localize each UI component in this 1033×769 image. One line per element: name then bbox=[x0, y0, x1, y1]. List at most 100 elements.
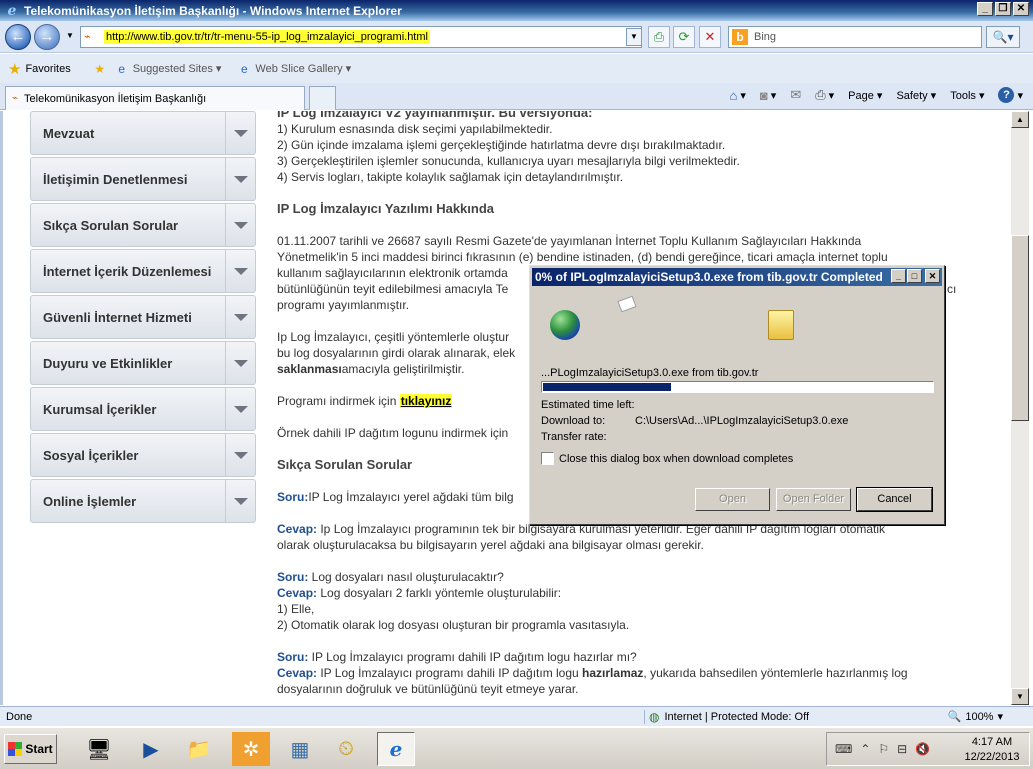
scroll-thumb[interactable] bbox=[1011, 235, 1029, 421]
home-button[interactable]: ⌂ ▾ bbox=[730, 88, 746, 103]
keyboard-icon[interactable]: ⌨ bbox=[835, 742, 852, 756]
dialog-minimize-button[interactable]: _ bbox=[891, 269, 906, 283]
web-slice-gallery-link[interactable]: e Web Slice Gallery ▾ bbox=[237, 62, 351, 76]
ie-icon: e bbox=[118, 61, 126, 76]
sidebar-item-mevzuat[interactable]: Mevzuat bbox=[30, 111, 256, 155]
recent-pages-dropdown[interactable]: ▼ bbox=[62, 28, 78, 46]
add-favorite-icon[interactable]: ★ bbox=[93, 62, 111, 76]
sidebar-item-kurumsal[interactable]: Kurumsal İçerikler bbox=[30, 387, 256, 431]
dialog-close-button[interactable]: ✕ bbox=[925, 269, 940, 283]
back-button[interactable]: ← bbox=[5, 24, 31, 50]
ie-window: e Telekomünikasyon İletişim Başkanlığı -… bbox=[0, 0, 1033, 769]
status-text: Done bbox=[6, 710, 33, 723]
download-link[interactable]: tıklayınız bbox=[399, 394, 453, 408]
security-zone[interactable]: ◍ Internet | Protected Mode: Off bbox=[644, 709, 894, 724]
stop-icon[interactable]: ✕ bbox=[699, 26, 721, 48]
sidebar-item-sosyal[interactable]: Sosyal İçerikler bbox=[30, 433, 256, 477]
scheduler-icon[interactable]: ⏲ bbox=[327, 732, 365, 766]
favorites-bar: ★ Favorites ★ e Suggested Sites ▾ e Web … bbox=[0, 54, 1033, 83]
faq-question: Soru: Log dosyaları nasıl oluşturulacakt… bbox=[277, 570, 504, 584]
search-button[interactable]: 🔍▾ bbox=[986, 26, 1020, 48]
about-line: programı yayımlanmıştır. bbox=[277, 298, 410, 312]
chevron-down-icon bbox=[225, 388, 255, 430]
safety-menu[interactable]: Safety ▾ bbox=[896, 89, 936, 102]
sidebar-item-iletisimin-denetlenmesi[interactable]: İletişimin Denetlenmesi bbox=[30, 157, 256, 201]
checkbox-box[interactable] bbox=[541, 452, 554, 465]
download-to-label: Download to: bbox=[541, 415, 606, 427]
app-icon[interactable]: ✲ bbox=[232, 732, 270, 766]
para2-line: Ip Log İmzalayıcı, çeşitli yöntemlerle o… bbox=[277, 330, 510, 344]
scroll-up-button[interactable]: ▲ bbox=[1011, 111, 1029, 128]
feeds-button[interactable]: ◙ ▾ bbox=[760, 88, 776, 103]
chevron-down-icon bbox=[225, 204, 255, 246]
scroll-down-button[interactable]: ▼ bbox=[1011, 688, 1029, 705]
refresh-icon[interactable]: ⟳ bbox=[673, 26, 695, 48]
close-on-complete-checkbox[interactable]: Close this dialog box when download comp… bbox=[541, 452, 793, 465]
open-folder-button[interactable]: Open Folder bbox=[776, 488, 851, 511]
folder-icon bbox=[768, 310, 794, 340]
help-button[interactable]: ? ▾ bbox=[998, 87, 1023, 103]
sidebar-item-guvenli-internet[interactable]: Güvenli İnternet Hizmeti bbox=[30, 295, 256, 339]
sidebar-item-duyuru[interactable]: Duyuru ve Etkinlikler bbox=[30, 341, 256, 385]
about-line: bütünlüğünün teyit edilebilmesi amacıyla… bbox=[277, 282, 509, 296]
chevron-down-icon bbox=[225, 296, 255, 338]
transfer-rate-label: Transfer rate: bbox=[541, 431, 607, 443]
about-line: Yönetmelik'in 5 inci maddesi birinci fık… bbox=[277, 250, 888, 264]
open-button[interactable]: Open bbox=[695, 488, 770, 511]
page-icon: ⌁ bbox=[84, 31, 91, 43]
mail-button[interactable]: ✉ bbox=[790, 87, 801, 103]
network-tray-icon[interactable]: ⊟ bbox=[897, 742, 907, 756]
intro-text: IP Log İmzalayıcı V2 yayınlanmıştır. Bu … bbox=[277, 111, 593, 120]
explorer-folder-icon[interactable]: 📁 bbox=[180, 732, 218, 766]
new-tab-button[interactable] bbox=[309, 86, 336, 110]
sidebar-item-online[interactable]: Online İşlemler bbox=[30, 479, 256, 523]
page-menu[interactable]: Page ▾ bbox=[848, 89, 882, 102]
sidebar-item-sss[interactable]: Sıkça Sorulan Sorular bbox=[30, 203, 256, 247]
show-hidden-icons[interactable]: ⌃ bbox=[860, 742, 870, 756]
window-title: Telekomünikasyon İletişim Başkanlığı - W… bbox=[24, 3, 402, 18]
search-input[interactable]: b Bing bbox=[728, 26, 982, 48]
favorites-button[interactable]: ★ Favorites bbox=[8, 60, 71, 78]
chevron-down-icon bbox=[225, 158, 255, 200]
sidebar-item-internet-icerik[interactable]: İnternet İçerik Düzenlemesi bbox=[30, 249, 256, 293]
title-bar[interactable]: e Telekomünikasyon İletişim Başkanlığı -… bbox=[0, 0, 1033, 21]
ie-icon: e bbox=[7, 2, 17, 19]
dialog-title[interactable]: 0% of IPLogImzalayiciSetup3.0.exe from t… bbox=[532, 268, 942, 286]
address-bar-row: ← → ▼ ⌁ http://www.tib.gov.tr/tr/tr-menu… bbox=[0, 21, 1033, 53]
faq-answer: Cevap: IP Log İmzalayıcı programı dahili… bbox=[277, 666, 908, 680]
faq-question: Soru: IP Log İmzalayıcı programı dahili … bbox=[277, 650, 637, 664]
download-progress-bar bbox=[541, 381, 934, 393]
chevron-down-icon: ▾ bbox=[997, 711, 1003, 723]
chevron-down-icon bbox=[225, 250, 255, 292]
print-button[interactable]: ⎙ ▾ bbox=[815, 87, 834, 103]
restore-button[interactable]: ❐ bbox=[995, 2, 1011, 16]
dialog-maximize-button[interactable]: □ bbox=[907, 269, 922, 283]
zoom-control[interactable]: 🔍 100% ▾ bbox=[948, 710, 1003, 724]
cancel-button[interactable]: Cancel bbox=[856, 487, 933, 512]
server-manager-icon[interactable]: 🖥 bbox=[80, 732, 118, 766]
chevron-down-icon bbox=[225, 112, 255, 154]
windows-logo-icon bbox=[8, 742, 23, 756]
compatibility-icon[interactable]: ⎙ bbox=[648, 26, 670, 48]
tab-current[interactable]: ⌁ Telekomünikasyon İletişim Başkanlığı bbox=[5, 86, 305, 110]
about-line-tail: cı bbox=[947, 282, 957, 296]
status-bar: Done ◍ Internet | Protected Mode: Off 🔍 … bbox=[0, 706, 1033, 726]
forward-button[interactable]: → bbox=[34, 24, 60, 50]
volume-muted-icon[interactable]: 🔇 bbox=[915, 742, 930, 756]
tools-menu[interactable]: Tools ▾ bbox=[950, 89, 984, 102]
faq-answer-line: olarak oluşturulacaksa bu bilgisayarın y… bbox=[277, 538, 704, 552]
powershell-icon[interactable]: ▶ bbox=[132, 732, 170, 766]
network-icon[interactable]: ▦ bbox=[281, 732, 319, 766]
address-dropdown[interactable]: ▼ bbox=[626, 28, 642, 46]
chevron-down-icon bbox=[225, 342, 255, 384]
clock[interactable]: 4:17 AM 12/22/2013 bbox=[959, 735, 1025, 765]
minimize-button[interactable]: _ bbox=[977, 2, 993, 16]
internet-explorer-taskbar-icon[interactable]: e bbox=[377, 732, 415, 766]
vertical-scrollbar[interactable]: ▲ ▼ bbox=[1011, 111, 1029, 705]
suggested-sites-link[interactable]: e Suggested Sites ▾ bbox=[115, 61, 221, 76]
sidebar-menu: Mevzuat İletişimin Denetlenmesi Sıkça So… bbox=[30, 111, 258, 525]
close-button[interactable]: ✕ bbox=[1013, 2, 1029, 16]
flag-icon[interactable]: ⚐ bbox=[878, 742, 889, 756]
address-input[interactable]: ⌁ http://www.tib.gov.tr/tr/tr-menu-55-ip… bbox=[80, 26, 642, 48]
start-button[interactable]: Start bbox=[4, 734, 57, 764]
